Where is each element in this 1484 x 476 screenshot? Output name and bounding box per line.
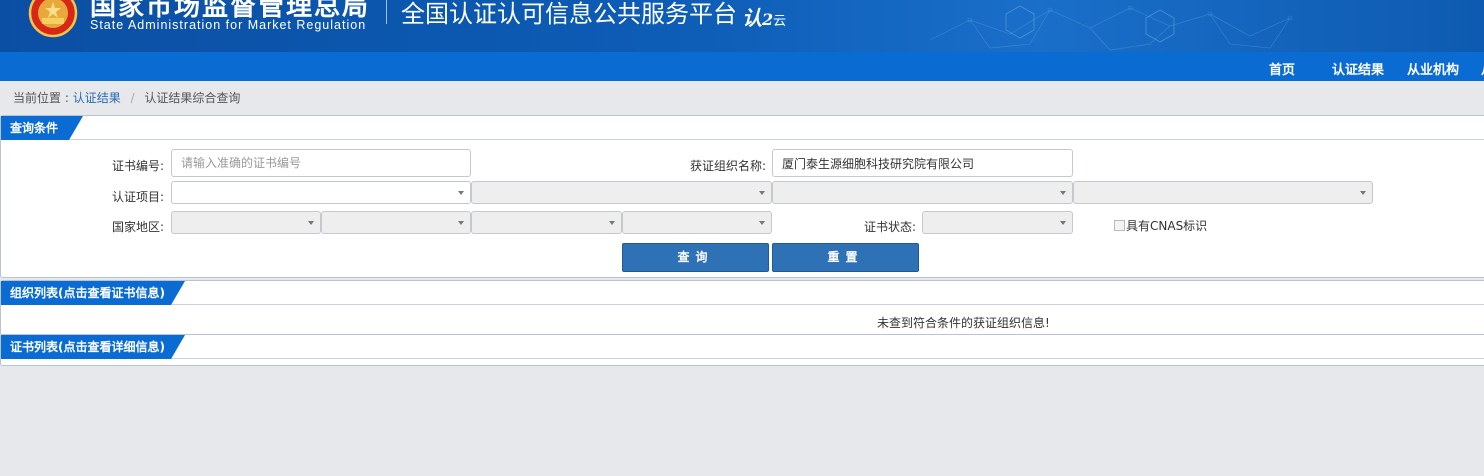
cert-no-input[interactable] (171, 149, 471, 177)
dropdown-caret-icon (458, 221, 464, 225)
header-banner: 国家市场监督管理总局 State Administration for Mark… (0, 0, 1484, 52)
org-list-panel-title: 组织列表(点击查看证书信息) (10, 286, 165, 300)
project-select-1[interactable] (171, 181, 471, 204)
breadcrumb: 当前位置 : 认证结果 / 认证结果综合查询 (13, 89, 240, 106)
platform-logo-small: 云 (773, 14, 787, 29)
breadcrumb-current: 认证结果综合查询 (144, 91, 241, 105)
breadcrumb-link-cert-results[interactable]: 认证结果 (73, 91, 121, 105)
project-select-2[interactable] (471, 181, 772, 204)
query-panel-title: 查询条件 (10, 121, 59, 135)
dropdown-caret-icon (1360, 191, 1366, 195)
cert-status-select[interactable] (922, 211, 1073, 234)
search-button[interactable]: 查询 (622, 243, 769, 272)
top-nav-bar: 首页 认证结果 从业机构 从 (0, 52, 1484, 81)
query-panel-tab: 查询条件 (1, 116, 83, 140)
network-pattern-decoration (929, 5, 1293, 51)
region-select-3[interactable] (471, 211, 622, 234)
platform-logo-main: 认 (742, 6, 762, 30)
dropdown-caret-icon (609, 221, 615, 225)
platform-title: 全国认证认可信息公共服务平台 (401, 0, 737, 28)
project-select-4[interactable] (1073, 181, 1373, 204)
nav-item-cert-results[interactable]: 认证结果 (1332, 59, 1384, 78)
agency-name-english: State Administration for Market Regulati… (90, 18, 367, 32)
cert-status-label: 证书状态: (864, 220, 917, 234)
dropdown-caret-icon (308, 221, 314, 225)
cert-list-panel-title: 证书列表(点击查看详细信息) (10, 340, 165, 354)
nav-item-institutions[interactable]: 从业机构 (1407, 59, 1459, 78)
cert-list-panel-tab: 证书列表(点击查看详细信息) (1, 335, 185, 359)
region-select-2[interactable] (321, 211, 471, 234)
org-list-empty-message: 未查到符合条件的获证组织信息! (877, 316, 1050, 330)
cnas-checkbox-label: 具有CNAS标识 (1126, 219, 1208, 233)
cnas-checkbox-option[interactable]: 具有CNAS标识 (1114, 217, 1207, 234)
nav-item-home[interactable]: 首页 (1269, 59, 1295, 78)
dropdown-caret-icon (759, 221, 765, 225)
cert-no-label: 证书编号: (112, 159, 165, 173)
reset-button[interactable]: 重置 (772, 243, 919, 272)
dropdown-caret-icon (1060, 191, 1066, 195)
national-emblem-logo (28, 0, 78, 38)
query-panel-header: 查询条件 (1, 116, 1484, 140)
region-label: 国家地区: (112, 220, 165, 234)
cert-list-panel: 证书列表(点击查看详细信息) (0, 334, 1484, 366)
org-list-panel-header: 组织列表(点击查看证书信息) (1, 281, 1484, 305)
project-label: 认证项目: (112, 190, 165, 204)
cnas-checkbox[interactable] (1114, 220, 1125, 231)
cert-list-panel-header: 证书列表(点击查看详细信息) (1, 335, 1484, 359)
breadcrumb-separator: / (130, 91, 135, 105)
platform-logo: 认2云 (742, 6, 787, 30)
org-list-panel-tab: 组织列表(点击查看证书信息) (1, 281, 185, 305)
org-name-label: 获证组织名称: (690, 159, 767, 173)
project-select-3[interactable] (772, 181, 1073, 204)
breadcrumb-prefix: 当前位置 : (13, 91, 69, 105)
org-list-panel: 组织列表(点击查看证书信息) (0, 280, 1484, 336)
region-select-1[interactable] (171, 211, 321, 234)
dropdown-caret-icon (759, 191, 765, 195)
dropdown-caret-icon (458, 191, 464, 195)
header-divider (386, 0, 387, 24)
org-name-input[interactable] (772, 149, 1073, 177)
region-select-4[interactable] (622, 211, 772, 234)
dropdown-caret-icon (1060, 221, 1066, 225)
